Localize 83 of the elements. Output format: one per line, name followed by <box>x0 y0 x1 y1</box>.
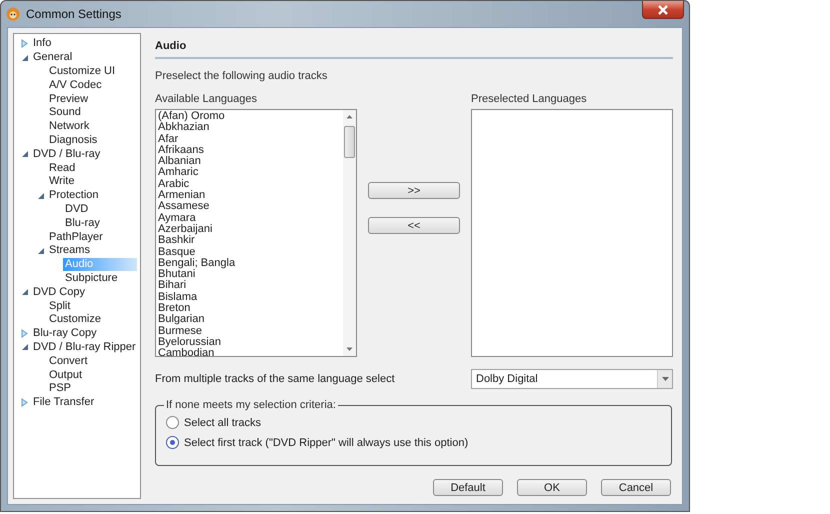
tree-item[interactable]: Preview <box>47 92 90 106</box>
group-legend: If none meets my selection criteria: <box>164 399 338 411</box>
tree-item[interactable]: Info <box>31 37 54 50</box>
list-item[interactable]: (Afan) Oromo <box>158 111 341 122</box>
tree-item[interactable]: PSP <box>47 382 74 396</box>
language-list[interactable]: (Afan) Oromo Abkhazian Afar Afrikaans Albanian Amharic Arabic Armenian Assamese Aymara Azerbaijani Bashkir Basque Bengali; Bangla Bhutani Bihari Bislama Breton Bulgarian Burmese Byelorussian Cambodian <box>155 109 357 357</box>
list-item[interactable]: Byelorussian <box>158 336 341 348</box>
tree-item[interactable]: File Transfer <box>31 396 96 410</box>
list-item[interactable]: Aymara <box>158 212 341 224</box>
list-label: Available Languages <box>155 93 258 105</box>
list-item[interactable]: Basque <box>158 246 341 258</box>
tree-item[interactable]: Network <box>47 120 92 134</box>
expanded-icon[interactable] <box>20 343 28 352</box>
tree-item[interactable]: Subpicture <box>63 272 120 285</box>
app-icon <box>6 7 20 21</box>
list-item[interactable]: Amharic <box>158 167 341 179</box>
list-item[interactable]: Abkhazian <box>158 122 341 134</box>
list-item[interactable]: Arabic <box>158 178 341 190</box>
list-item[interactable]: Bashkir <box>158 235 341 247</box>
caret-icon <box>662 377 668 381</box>
radio-label[interactable]: Select all tracks <box>184 416 262 428</box>
field-label: From multiple tracks of the same language select <box>155 373 395 385</box>
tree-item[interactable]: Diagnosis <box>47 134 100 147</box>
expanded-icon[interactable] <box>20 288 28 296</box>
list-item[interactable]: Albanian <box>158 156 341 168</box>
window-title: Common Settings <box>26 7 122 21</box>
tree-item[interactable]: Convert <box>47 354 90 368</box>
radio-label[interactable]: Select first track ("DVD Ripper" will always use this option) <box>184 436 468 448</box>
move-button[interactable]: << <box>368 217 460 234</box>
list-item[interactable]: Bihari <box>158 280 341 292</box>
section-heading: Audio <box>155 37 673 59</box>
collapsed-icon[interactable] <box>21 329 28 338</box>
close-icon <box>657 4 669 14</box>
collapsed-icon[interactable] <box>21 39 28 48</box>
dialog-button[interactable]: OK <box>517 479 587 496</box>
dialog-button[interactable]: Default <box>433 479 503 496</box>
tree-item[interactable]: DVD / Blu-ray <box>31 148 102 161</box>
radio-button[interactable] <box>166 436 179 449</box>
tree-item[interactable]: Sound <box>47 106 83 120</box>
tree-item[interactable]: DVD <box>63 202 90 216</box>
expanded-icon[interactable] <box>20 150 28 158</box>
list-label: Preselected Languages <box>471 93 588 105</box>
tree-item[interactable]: Streams <box>47 244 92 258</box>
list-item[interactable]: Azerbaijani <box>158 224 341 236</box>
tree-item[interactable]: Write <box>47 175 76 188</box>
list-item[interactable]: Burmese <box>158 326 341 337</box>
expanded-icon[interactable] <box>36 192 44 200</box>
tree-item[interactable]: Blu-ray <box>63 216 102 230</box>
tree-item[interactable]: PathPlayer <box>47 230 105 244</box>
tree-item[interactable]: Split <box>47 300 72 313</box>
tree-item[interactable]: A/V Codec <box>47 78 104 92</box>
list-item[interactable]: Breton <box>158 303 341 314</box>
tree-item[interactable]: Output <box>47 368 84 382</box>
expanded-icon[interactable] <box>20 54 28 62</box>
radio-button[interactable] <box>166 416 179 429</box>
collapsed-icon[interactable] <box>21 398 28 408</box>
scroll-thumb[interactable] <box>344 126 355 158</box>
tree-item[interactable]: Protection <box>47 189 101 202</box>
close-button[interactable] <box>642 1 684 19</box>
list-item[interactable]: Bulgarian <box>158 314 341 326</box>
tree-item[interactable]: DVD / Blu-ray Ripper <box>31 340 138 354</box>
scroll-up-icon[interactable] <box>346 114 353 119</box>
list-item[interactable]: Cambodian <box>158 348 341 356</box>
list-item[interactable]: Armenian <box>158 190 341 202</box>
tree-item[interactable]: Blu-ray Copy <box>31 327 99 340</box>
format-dropdown[interactable]: Dolby Digital <box>471 369 673 389</box>
dialog-button[interactable]: Cancel <box>601 479 671 496</box>
list-item[interactable]: Afar <box>158 134 341 145</box>
list-item[interactable]: Afrikaans <box>158 144 341 156</box>
list-item[interactable]: Bengali; Bangla <box>158 258 341 270</box>
list-item[interactable]: Assamese <box>158 201 341 213</box>
tree-item[interactable]: Read <box>47 162 78 175</box>
list-item[interactable]: Bhutani <box>158 269 341 280</box>
expanded-icon[interactable] <box>36 246 44 255</box>
tree-item[interactable]: Customize <box>47 313 103 326</box>
scroll-down-icon[interactable] <box>346 347 353 352</box>
tree-item[interactable]: General <box>31 51 74 64</box>
tree-item[interactable]: DVD Copy <box>31 286 87 299</box>
scrollbar[interactable] <box>343 110 356 356</box>
intro-text: Preselect the following audio tracks <box>155 70 328 82</box>
move-button[interactable]: >> <box>368 182 460 199</box>
list-item[interactable]: Bislama <box>158 292 341 304</box>
tree-item[interactable]: Customize UI <box>47 64 118 78</box>
